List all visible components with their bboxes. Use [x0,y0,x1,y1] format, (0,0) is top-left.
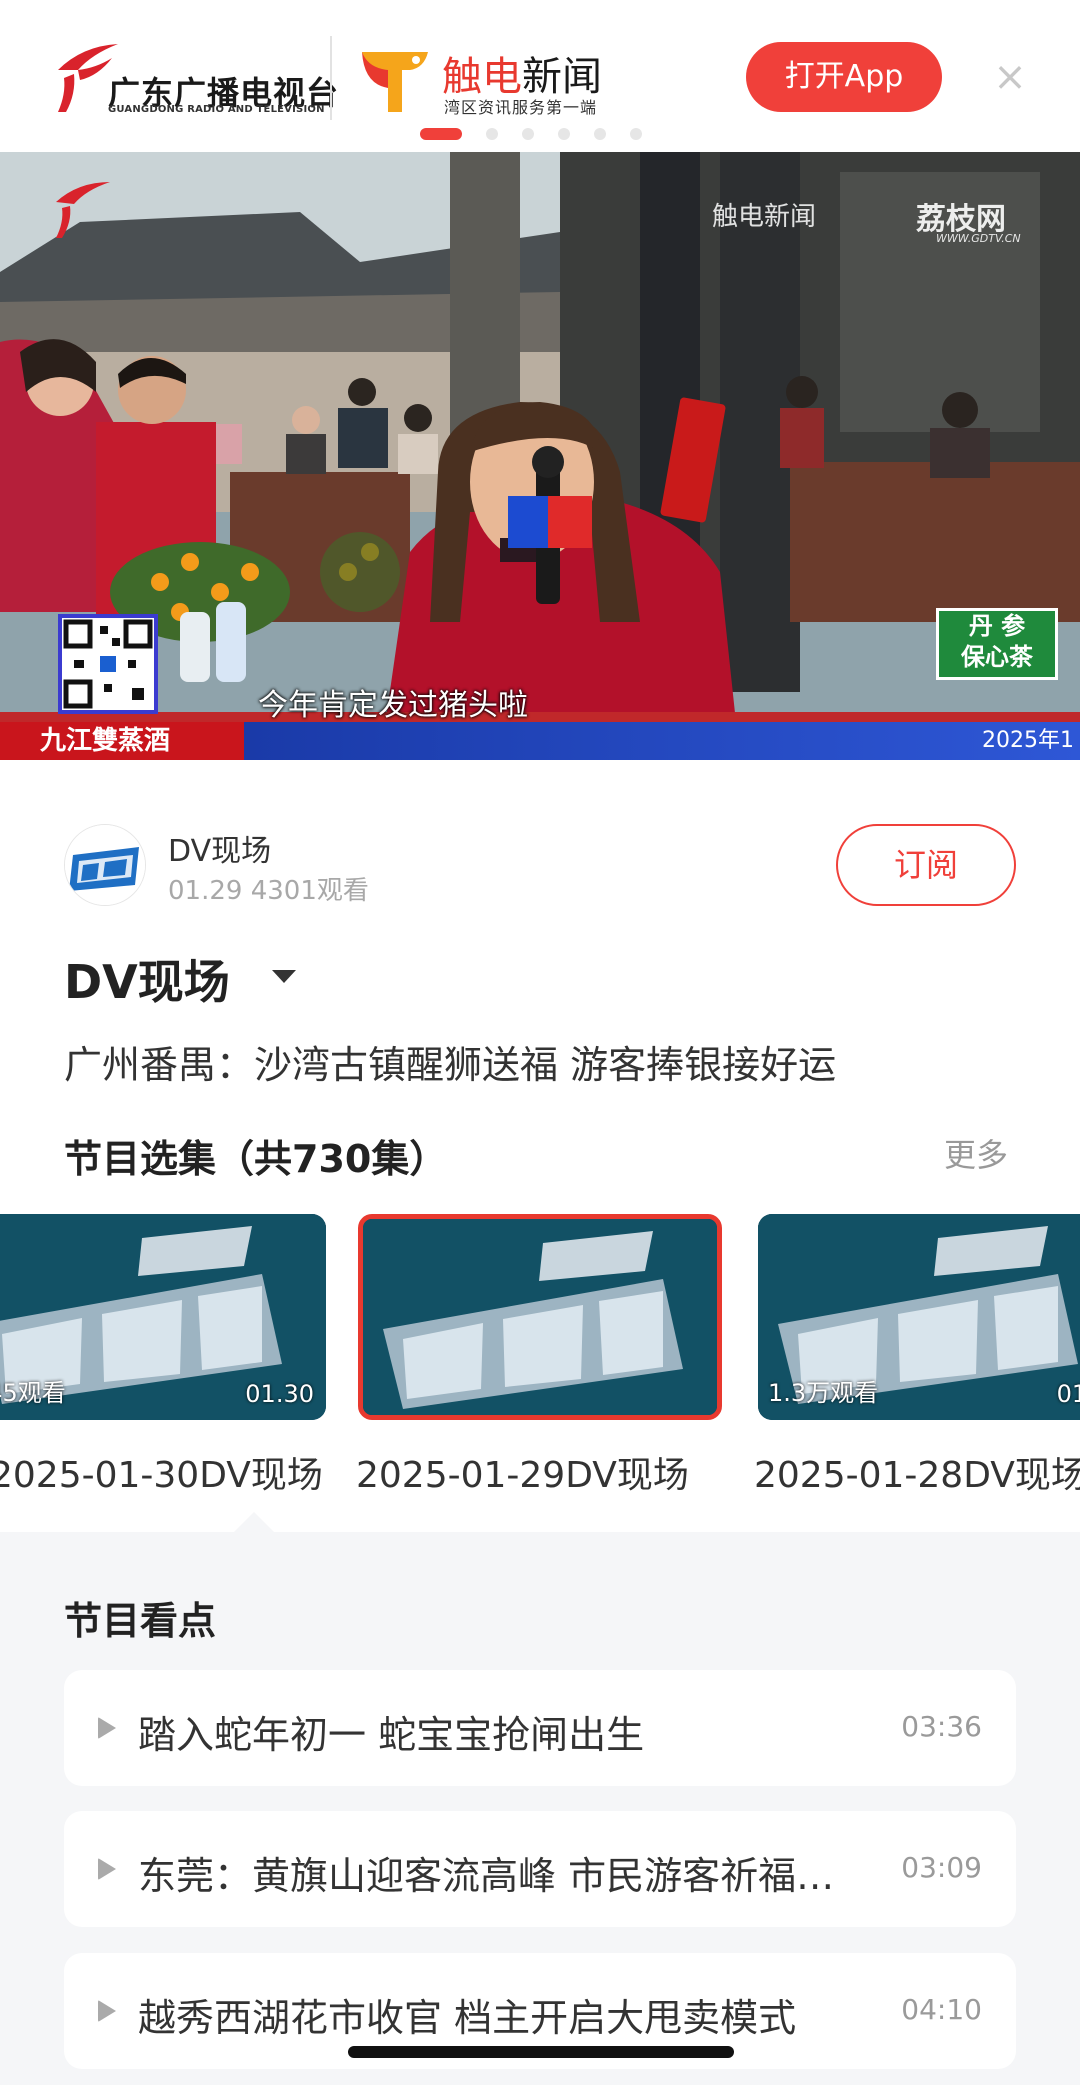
play-icon [98,1858,116,1880]
video-subtitle: 今年肯定发过猪头啦 [258,688,528,723]
episode-views: 245观看 [0,1379,66,1407]
episode-card[interactable]: 1.3万观看 01.2 [758,1214,1080,1420]
close-banner-button[interactable]: × [990,52,1030,102]
ticker-date: 2025年1 [982,728,1074,753]
highlight-duration: 04:10 [901,1993,982,2026]
carousel-dot[interactable] [486,128,498,140]
highlight-item[interactable]: 东莞：黄旗山迎客流高峰 市民游客祈福迎新春 03:09 [64,1811,1016,1927]
highlight-title: 东莞：黄旗山迎客流高峰 市民游客祈福迎新春 [138,1854,858,1898]
play-icon [98,1717,116,1739]
episodes-heading: 节目选集（共730集） [64,1137,448,1181]
highlights-heading: 节目看点 [64,1599,217,1643]
episode-date: 01.30 [245,1380,314,1408]
chudian-logo-icon [362,52,428,112]
sponsor-strip: 九江雙蒸酒 [0,722,244,760]
chudian-watermark: 触电新闻 [712,202,817,232]
highlight-duration: 03:36 [901,1710,982,1743]
tea-sponsor-badge: 丹 参 保心茶 [936,608,1058,680]
dv-thumbnail-icon [363,1219,717,1415]
carousel-dot[interactable] [558,128,570,140]
banner-divider [330,36,332,120]
episode-views: 1.3万观看 [768,1379,879,1407]
video-frame [0,152,1080,760]
carousel-dot[interactable] [420,128,462,140]
channel-meta: 01.29 4301观看 [168,876,369,906]
gdtv-logo: 广东广播电视台 GUANGDONG RADIO AND TELEVISION [52,40,338,120]
dv-logo-icon [65,825,145,905]
play-icon [98,2000,116,2022]
selected-episode-pointer [234,1512,274,1532]
episode-label[interactable]: 2025-01-28DV现场 [754,1446,1080,1498]
tea-badge-line1: 丹 参 [968,612,1026,640]
episode-label[interactable]: 2025-01-29DV现场 [356,1446,689,1498]
qr-code-icon [63,619,153,709]
video-headline: 广州番禺：沙湾古镇醒狮送福 游客捧银接好运 [64,1043,837,1087]
carousel-dot[interactable] [594,128,606,140]
episode-card[interactable]: 245观看 01.30 [0,1214,326,1420]
highlight-title: 踏入蛇年初一 蛇宝宝抢闸出生 [138,1713,645,1757]
caret-down-icon[interactable] [272,970,296,983]
subscribe-button[interactable]: 订阅 [836,824,1016,906]
chudian-tagline: 湾区资讯服务第一端 [444,98,598,117]
carousel-dot[interactable] [522,128,534,140]
highlight-duration: 03:09 [901,1851,982,1884]
lizhi-watermark-url: WWW.GDTV.CN [936,232,1021,245]
highlight-item[interactable]: 踏入蛇年初一 蛇宝宝抢闸出生 03:36 [64,1670,1016,1786]
channel-avatar[interactable] [64,824,146,906]
home-indicator[interactable] [348,2046,734,2058]
app-download-banner: 广东广播电视台 GUANGDONG RADIO AND TELEVISION 触… [0,0,1080,152]
gdtv-name-en: GUANGDONG RADIO AND TELEVISION [108,104,325,115]
episode-card-selected[interactable] [358,1214,722,1420]
open-app-button[interactable]: 打开App [746,42,942,112]
episode-label[interactable]: 2025-01-30DV现场 [0,1446,323,1498]
channel-name[interactable]: DV现场 [168,826,271,870]
carousel-indicator [420,128,642,140]
program-title[interactable]: DV现场 [64,946,230,1012]
video-player[interactable]: 触电新闻 荔枝网 WWW.GDTV.CN 丹 参 保心茶 今年肯定发过猪头啦 九… [0,152,1080,760]
qr-code [58,614,158,714]
carousel-dot[interactable] [630,128,642,140]
tea-badge-line2: 保心茶 [961,643,1033,671]
episode-date: 01.2 [1056,1380,1080,1408]
episodes-more-link[interactable]: 更多 [944,1130,1008,1176]
news-ticker: 2025年1 [244,722,1080,760]
highlight-title: 越秀西湖花市收官 档主开启大甩卖模式 [138,1996,797,2040]
